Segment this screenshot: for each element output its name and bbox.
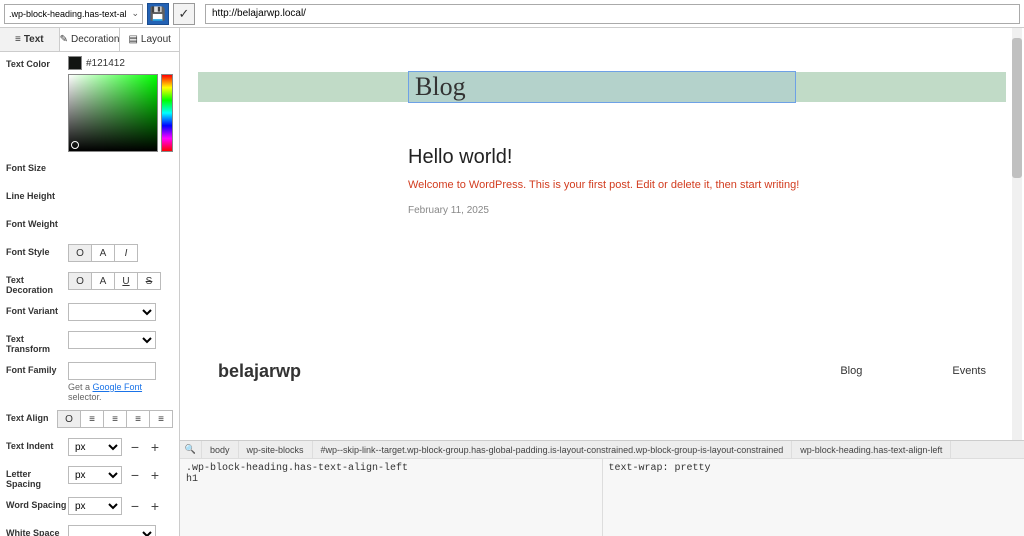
align-right[interactable]: ≡ [126,410,150,428]
text-dec-underline[interactable]: U [114,272,138,290]
font-style-none[interactable]: O [68,244,92,262]
save-button[interactable]: 💾 [147,3,169,25]
align-left[interactable]: ≡ [80,410,104,428]
hue-slider[interactable] [161,74,173,152]
check-icon: ✓ [179,6,190,22]
color-hex-value: #121412 [86,58,125,69]
post-excerpt: Welcome to WordPress. This is your first… [408,179,946,191]
scrollbar-thumb[interactable] [1012,38,1022,178]
post-date: February 11, 2025 [408,205,946,216]
font-style-italic[interactable]: I [114,244,138,262]
font-variant-select[interactable] [68,303,156,321]
preview-pane: Blog Hello world! Welcome to WordPress. … [180,28,1024,440]
inspector-search[interactable]: 🔍 [180,441,202,458]
nav-link-blog[interactable]: Blog [840,365,862,377]
google-font-hint: Get a Google Font selector. [68,382,173,402]
picker-handle[interactable] [71,141,79,149]
text-transform-select[interactable] [68,331,156,349]
label-font-style: Font Style [6,244,68,257]
selected-heading-element[interactable]: Blog [408,71,796,103]
crumb-heading[interactable]: wp-block-heading.has-text-align-left [792,441,951,458]
crumb-site-blocks[interactable]: wp-site-blocks [239,441,313,458]
letter-spacing-plus[interactable]: + [148,467,162,483]
label-text-indent: Text Indent [6,438,68,451]
text-indent-minus[interactable]: − [128,439,142,455]
label-text-align: Text Align [6,410,57,423]
text-icon: ≡ [15,34,21,45]
align-justify[interactable]: ≡ [149,410,173,428]
brush-icon: ✎ [60,34,68,45]
apply-button[interactable]: ✓ [173,3,195,25]
label-text-transform: Text Transform [6,331,68,354]
crumb-body[interactable]: body [202,441,239,458]
letter-spacing-minus[interactable]: − [128,467,142,483]
text-dec-strike[interactable]: S [137,272,161,290]
letter-spacing-unit[interactable]: px [68,466,122,484]
color-swatch[interactable] [68,56,82,70]
hero-banner: Blog [198,72,1006,102]
crumb-group[interactable]: #wp--skip-link--target.wp-block-group.ha… [313,441,793,458]
align-none[interactable]: O [57,410,81,428]
word-spacing-unit[interactable]: px [68,497,122,515]
label-font-weight: Font Weight [6,216,68,229]
tab-text[interactable]: ≡ Text [0,28,60,51]
post-title[interactable]: Hello world! [408,146,946,169]
align-center[interactable]: ≡ [103,410,127,428]
label-white-space: White Space [6,525,68,536]
label-letter-spacing: Letter Spacing [6,466,68,489]
css-selector-dropdown[interactable] [4,4,143,24]
word-spacing-minus[interactable]: − [128,498,142,514]
text-indent-plus[interactable]: + [148,439,162,455]
font-style-normal[interactable]: A [91,244,115,262]
google-font-link[interactable]: Google Font [93,382,143,392]
search-icon: 🔍 [185,444,196,455]
save-icon: 💾 [150,6,166,22]
text-dec-none[interactable]: O [68,272,92,290]
layout-icon: ▤ [128,34,137,45]
tab-decoration[interactable]: ✎ Decoration [60,28,121,51]
preview-url-input[interactable] [205,4,1020,24]
label-text-color: Text Color [6,56,68,69]
site-name[interactable]: belajarwp [218,361,750,382]
label-font-size: Font Size [6,160,68,173]
font-family-input[interactable] [68,362,156,380]
text-indent-unit[interactable]: px [68,438,122,456]
css-rules-pane[interactable]: text-wrap: pretty [603,459,1024,536]
white-space-select[interactable] [68,525,156,536]
nav-link-events[interactable]: Events [952,365,986,377]
label-font-family: Font Family [6,362,68,375]
label-font-variant: Font Variant [6,303,68,316]
label-word-spacing: Word Spacing [6,497,68,510]
color-picker-area[interactable] [68,74,158,152]
css-selector-pane[interactable]: .wp-block-heading.has-text-align-left h1 [180,459,603,536]
word-spacing-plus[interactable]: + [148,498,162,514]
text-dec-over[interactable]: A [91,272,115,290]
label-line-height: Line Height [6,188,68,201]
tab-layout[interactable]: ▤ Layout [120,28,179,51]
label-text-decoration: Text Decoration [6,272,68,295]
page-heading: Blog [415,72,466,102]
